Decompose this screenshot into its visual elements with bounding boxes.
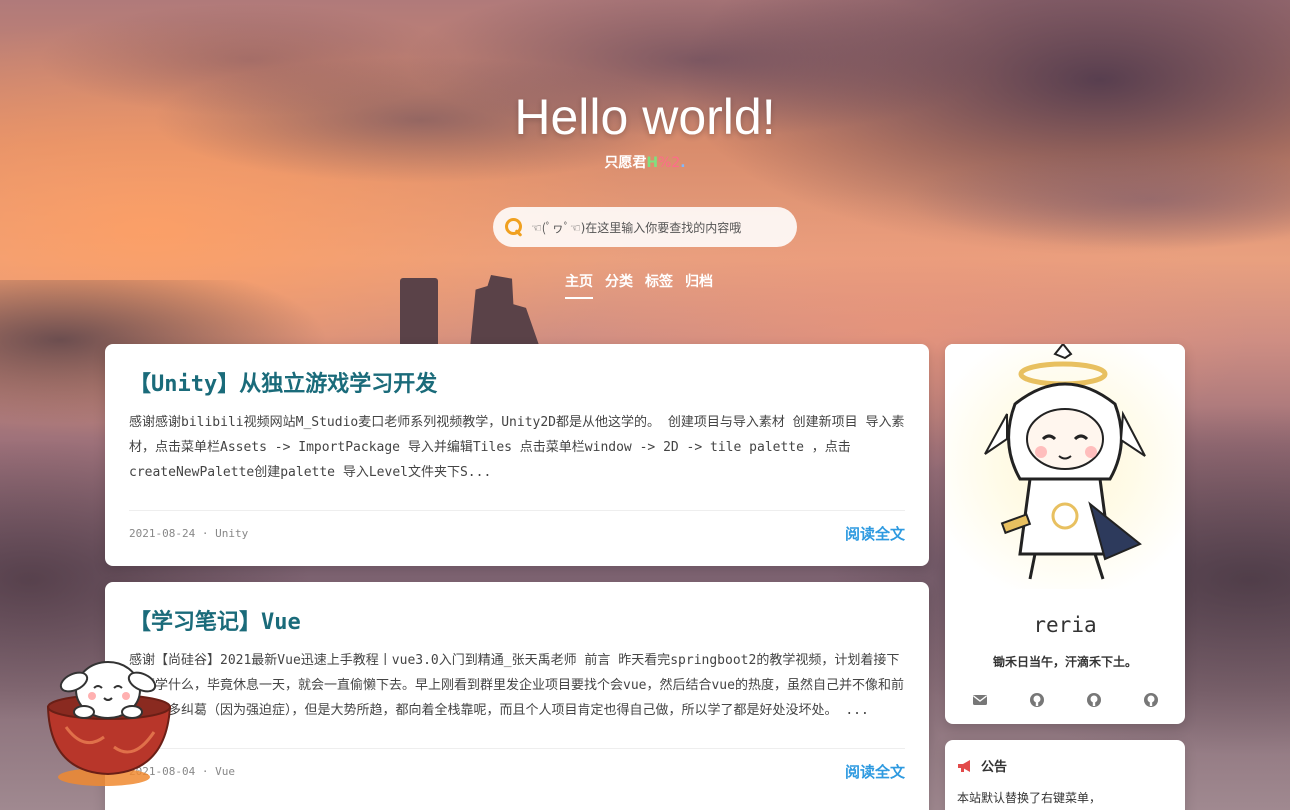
- subtitle-char-pct: %2: [658, 155, 681, 171]
- post-excerpt: 感谢感谢bilibili视频网站M_Studio麦口老师系列视频教学，Unity…: [129, 415, 905, 480]
- notice-card: 公告 本站默认替换了右键菜单，: [945, 740, 1185, 810]
- post-card: 【Unity】从独立游戏学习开发 感谢感谢bilibili视频网站M_Studi…: [105, 344, 929, 566]
- background-ruin-tower: [400, 278, 438, 348]
- read-more-link[interactable]: 阅读全文: [845, 523, 905, 544]
- post-title[interactable]: 【学习笔记】Vue: [129, 604, 905, 636]
- notice-text: 本站默认替换了右键菜单，: [957, 791, 1102, 805]
- post-meta: 2021-08-24 · Unity: [129, 527, 249, 540]
- site-title: Hello world!: [514, 89, 776, 145]
- post-divider: [129, 510, 905, 511]
- post-card: 【学习笔记】Vue 感谢【尚硅谷】2021最新Vue迅速上手教程丨vue3.0入…: [105, 582, 929, 810]
- profile-card: reria 锄禾日当午，汗滴禾下土。: [945, 344, 1185, 724]
- profile-motto: 锄禾日当午，汗滴禾下土。: [992, 655, 1137, 669]
- post-title[interactable]: 【Unity】从独立游戏学习开发: [129, 366, 905, 398]
- mascot-dog-in-bowl[interactable]: [44, 652, 174, 792]
- profile-name: reria: [1033, 613, 1097, 637]
- nav-item-categories[interactable]: 分类: [605, 271, 633, 299]
- post-footer: 2021-08-04 · Vue 阅读全文: [129, 761, 905, 782]
- search-box[interactable]: ☜(ﾟヮﾟ☜)在这里输入你要查找的内容哦: [493, 207, 797, 247]
- nav-item-archive[interactable]: 归档: [685, 271, 713, 299]
- main-nav: 主页 分类 标签 归档: [565, 271, 713, 299]
- avatar: [945, 344, 1185, 589]
- nav-item-home[interactable]: 主页: [565, 271, 593, 299]
- post-excerpt: 感谢【尚硅谷】2021最新Vue迅速上手教程丨vue3.0入门到精通_张天禹老师…: [129, 653, 904, 718]
- envelope-icon[interactable]: [972, 692, 988, 708]
- site-subtitle: 只愿君H%2.: [0, 152, 1290, 172]
- github-icon[interactable]: [1029, 692, 1045, 708]
- avatar-illustration: [984, 344, 1146, 580]
- search-input[interactable]: ☜(ﾟヮﾟ☜)在这里输入你要查找的内容哦: [531, 219, 741, 236]
- nav-item-tags[interactable]: 标签: [645, 271, 673, 299]
- post-divider: [129, 748, 905, 749]
- github-icon[interactable]: [1086, 692, 1102, 708]
- post-footer: 2021-08-24 · Unity 阅读全文: [129, 523, 905, 544]
- profile-links: [945, 692, 1185, 708]
- read-more-link[interactable]: 阅读全文: [845, 761, 905, 782]
- subtitle-char-h: H: [646, 155, 659, 171]
- search-icon: [505, 218, 523, 236]
- subtitle-char-dot: .: [680, 155, 686, 171]
- notice-title: 公告: [981, 760, 1008, 775]
- github-icon[interactable]: [1143, 692, 1159, 708]
- megaphone-icon: [958, 759, 970, 772]
- notice-header: 公告: [957, 756, 1173, 775]
- subtitle-main: 只愿君: [604, 155, 647, 171]
